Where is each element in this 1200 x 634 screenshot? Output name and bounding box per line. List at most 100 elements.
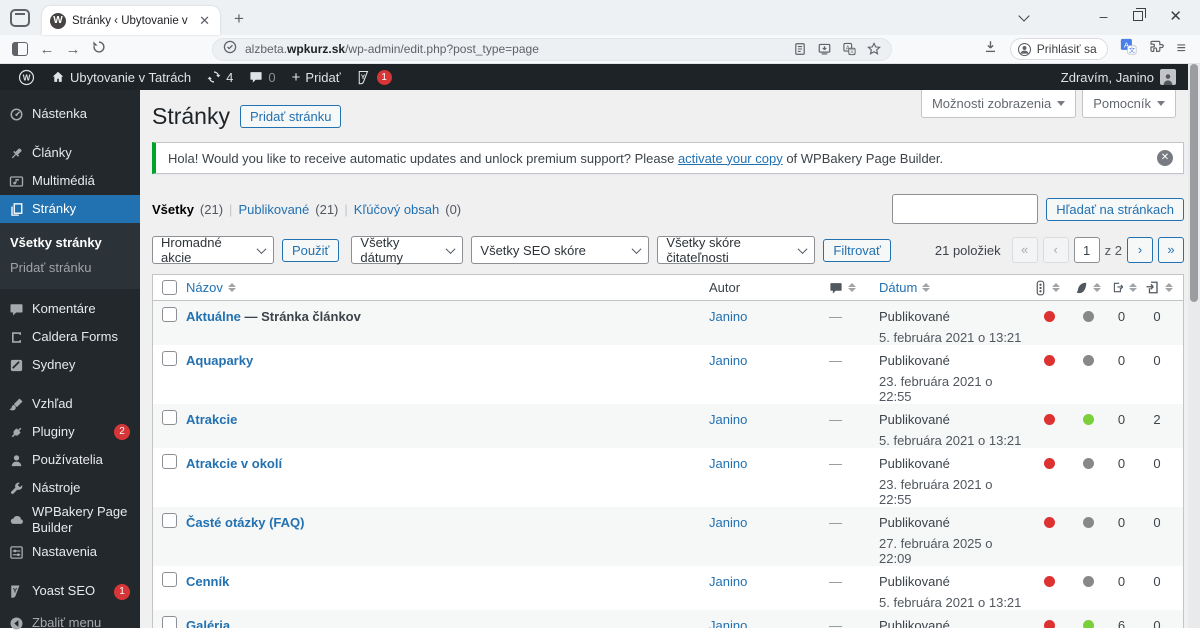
view-all-link[interactable]: Všetky	[152, 202, 194, 217]
add-page-button[interactable]: Pridať stránku	[239, 105, 342, 128]
view-cornerstone-link[interactable]: Kľúčový obsah	[354, 202, 439, 217]
last-page-button[interactable]: »	[1158, 237, 1184, 263]
author-link[interactable]: Janino	[709, 412, 747, 427]
row-checkbox[interactable]	[162, 410, 177, 425]
page-title-link[interactable]: Atrakcie	[186, 412, 237, 427]
reading-mode-icon[interactable]	[793, 42, 807, 56]
window-close-button[interactable]: ✕	[1169, 7, 1182, 25]
sidebar-toggle-icon[interactable]	[12, 42, 28, 56]
sidebar-item-users[interactable]: Používatelia	[0, 446, 140, 474]
wp-logo-icon[interactable]: W	[10, 64, 43, 90]
admin-bar-updates[interactable]: 4	[199, 64, 241, 90]
row-checkbox[interactable]	[162, 513, 177, 528]
tab-close-icon[interactable]: ✕	[197, 13, 212, 29]
sidebar-item-appearance[interactable]: Vzhľad	[0, 390, 140, 418]
restore-button[interactable]	[1133, 8, 1147, 21]
row-checkbox[interactable]	[162, 572, 177, 587]
admin-bar-site-link[interactable]: Ubytovanie v Tatrách	[43, 64, 199, 90]
comments-header[interactable]	[829, 281, 879, 295]
address-bar[interactable]: alzbeta.wpkurz.sk/wp-admin/edit.php?post…	[212, 37, 892, 61]
forward-icon[interactable]: →	[60, 41, 86, 58]
seo-score-header[interactable]	[1034, 280, 1074, 296]
outgoing-internal-links-header[interactable]	[1112, 280, 1145, 295]
page-title-link[interactable]: Aquaparky	[186, 353, 253, 368]
page-title-link[interactable]: Časté otázky (FAQ)	[186, 515, 304, 530]
author-link[interactable]: Janino	[709, 574, 747, 589]
reload-icon[interactable]	[86, 40, 112, 58]
admin-bar-account[interactable]: Zdravím, Janino	[1061, 69, 1178, 85]
chevron-down-icon	[445, 243, 456, 254]
apply-button[interactable]: Použiť	[282, 238, 340, 262]
sidebar-item-wpbakery[interactable]: WPBakery Page Builder	[0, 502, 140, 539]
seo-score-select[interactable]: Všetky SEO skóre	[471, 236, 650, 264]
readability-header[interactable]	[1074, 281, 1112, 295]
scrollbar-thumb[interactable]	[1190, 64, 1198, 302]
author-link[interactable]: Janino	[709, 618, 747, 628]
submenu-all-pages[interactable]: Všetky stránky	[0, 230, 140, 255]
admin-bar-new-content[interactable]: + Pridať	[284, 64, 349, 90]
bulk-actions-select[interactable]: Hromadné akcie	[152, 235, 274, 265]
dismiss-notice-icon[interactable]: ✕	[1157, 150, 1173, 166]
sidebar-item-tools[interactable]: Nástroje	[0, 474, 140, 502]
author-link[interactable]: Janino	[709, 515, 747, 530]
current-page-input[interactable]	[1073, 237, 1100, 263]
sidebar-item-collapse-menu[interactable]: Zbaliť menu	[0, 610, 140, 634]
filter-button[interactable]: Filtrovať	[823, 238, 891, 262]
tab-actions-icon[interactable]	[10, 9, 30, 27]
search-input[interactable]	[892, 194, 1039, 224]
row-checkbox[interactable]	[162, 616, 177, 628]
received-internal-links-header[interactable]	[1145, 280, 1183, 295]
view-published-link[interactable]: Publikované	[238, 202, 309, 217]
page-title-link[interactable]: Atrakcie v okolí	[186, 456, 282, 471]
sidebar-item-yoast-seo[interactable]: Y Yoast SEO 1	[0, 578, 140, 606]
translate-icon[interactable]: A文	[842, 42, 857, 56]
row-checkbox[interactable]	[162, 351, 177, 366]
sidebar-item-caldera-forms[interactable]: Caldera Forms	[0, 323, 140, 351]
author-link[interactable]: Janino	[709, 309, 747, 324]
page-title-link[interactable]: Cenník	[186, 574, 229, 589]
next-page-button[interactable]: ›	[1127, 237, 1153, 263]
select-all-checkbox[interactable]	[162, 280, 177, 295]
browser-tab[interactable]: W Stránky ‹ Ubytovanie v Tatrách — ✕	[42, 6, 220, 35]
url-text[interactable]: alzbeta.wpkurz.sk/wp-admin/edit.php?post…	[245, 42, 783, 56]
google-translate-icon[interactable]: A文	[1120, 38, 1137, 60]
admin-bar-yoast[interactable]: Y 1	[349, 64, 400, 90]
sidebar-item-sydney[interactable]: Sydney	[0, 351, 140, 379]
bookmark-star-icon[interactable]	[867, 42, 881, 56]
submenu-add-page[interactable]: Pridať stránku	[0, 255, 140, 280]
sidebar-item-media[interactable]: Multimédiá	[0, 167, 140, 195]
install-app-icon[interactable]	[817, 42, 832, 56]
minimize-button[interactable]: –	[1100, 8, 1108, 24]
page-scrollbar[interactable]	[1188, 64, 1200, 628]
activate-copy-link[interactable]: activate your copy	[678, 151, 783, 166]
sidebar-item-comments[interactable]: Komentáre	[0, 295, 140, 323]
caldera-forms-icon	[12, 331, 21, 343]
author-link[interactable]: Janino	[709, 456, 747, 471]
sidebar-item-dashboard[interactable]: Nástenka	[0, 100, 140, 128]
row-checkbox[interactable]	[162, 307, 177, 322]
author-link[interactable]: Janino	[709, 353, 747, 368]
browser-menu-icon[interactable]: ≡	[1177, 40, 1186, 58]
sidebar-item-settings[interactable]: Nastavenia	[0, 539, 140, 567]
sidebar-item-pages[interactable]: Stránky	[0, 195, 140, 223]
new-tab-button[interactable]: +	[234, 9, 244, 29]
readability-select[interactable]: Všetky skóre čitateľnosti	[657, 235, 816, 265]
screen-options-button[interactable]: Možnosti zobrazenia	[920, 90, 1077, 118]
dates-select[interactable]: Všetky dátumy	[351, 235, 464, 265]
download-icon[interactable]	[983, 39, 998, 59]
site-security-icon[interactable]	[223, 40, 237, 59]
page-title-link[interactable]: Aktuálne	[186, 309, 241, 324]
sidebar-item-posts[interactable]: Články	[0, 139, 140, 167]
sort-title-header[interactable]: Názov	[186, 280, 223, 295]
search-pages-button[interactable]: Hľadať na stránkach	[1046, 197, 1184, 221]
back-icon[interactable]: ←	[34, 41, 60, 58]
page-title-link[interactable]: Galéria	[186, 618, 230, 628]
sort-date-header[interactable]: Dátum	[879, 280, 917, 295]
row-checkbox[interactable]	[162, 454, 177, 469]
extensions-icon[interactable]	[1149, 39, 1165, 60]
admin-bar-comments[interactable]: 0	[241, 64, 283, 90]
help-button[interactable]: Pomocník	[1082, 90, 1176, 118]
sidebar-item-plugins[interactable]: Pluginy 2	[0, 418, 140, 446]
signin-button[interactable]: Prihlásiť sa	[1009, 38, 1108, 60]
tab-list-chevron-icon[interactable]	[1017, 10, 1030, 22]
